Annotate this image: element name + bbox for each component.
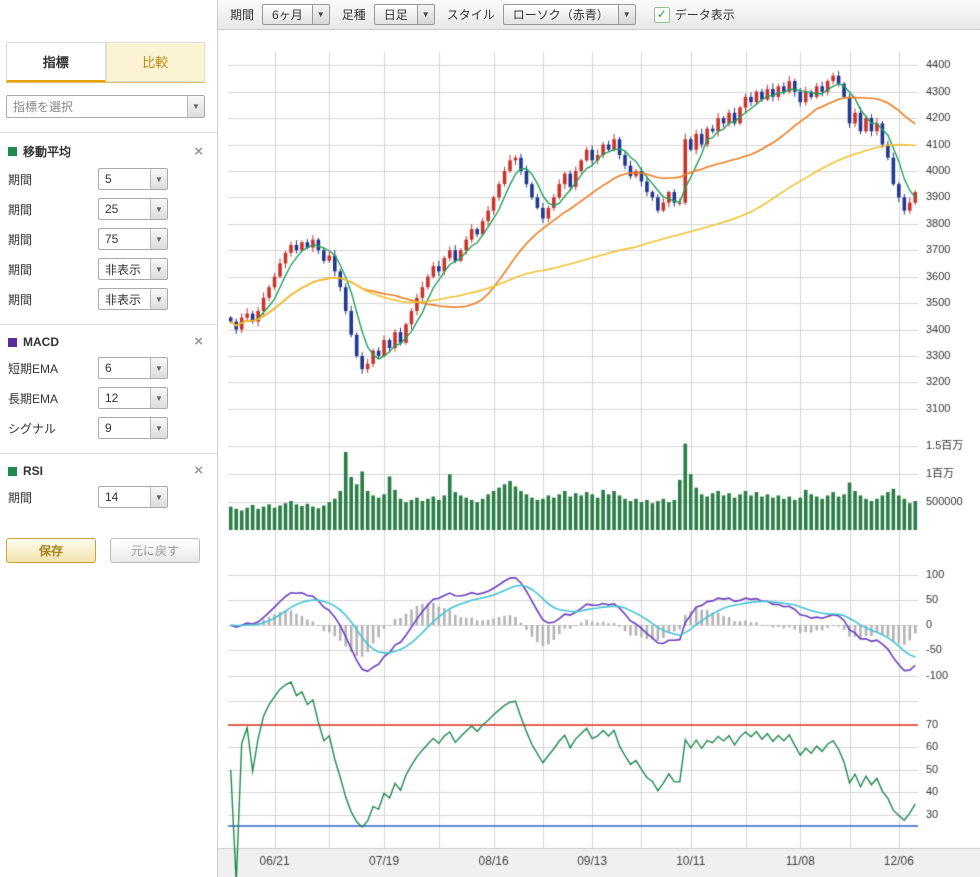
chevron-down-icon: ▼ xyxy=(150,388,167,408)
check-icon: ✓ xyxy=(654,7,670,23)
macd-slow-row: 長期EMA 12 ▼ xyxy=(8,387,207,409)
select-value: 5 xyxy=(105,172,112,186)
chevron-down-icon: ▼ xyxy=(313,4,330,25)
chart-toolbar: 期間 6ヶ月 ▼ 足種 日足 ▼ スタイル ローソク（赤青） ▼ ✓ データ表示 xyxy=(218,0,980,30)
action-buttons: 保存 元に戻す xyxy=(0,522,217,563)
macd-color-swatch xyxy=(8,338,17,347)
rsi-indicator-section: RSI × 期間 14 ▼ xyxy=(0,453,217,522)
chart-area: 期間 6ヶ月 ▼ 足種 日足 ▼ スタイル ローソク（赤青） ▼ ✓ データ表示 xyxy=(218,0,980,877)
select-value: 12 xyxy=(105,391,118,405)
chevron-down-icon: ▼ xyxy=(150,289,167,309)
ma-period-4-select[interactable]: 非表示 ▼ xyxy=(98,258,168,280)
bartype-dropdown[interactable]: 日足 ▼ xyxy=(374,4,435,25)
chevron-down-icon: ▼ xyxy=(187,96,204,117)
macd-slow-ema-select[interactable]: 12 ▼ xyxy=(98,387,168,409)
data-display-checkbox[interactable]: ✓ データ表示 xyxy=(654,6,735,23)
chevron-down-icon: ▼ xyxy=(150,169,167,189)
sidebar-tabs: 指標 比較 xyxy=(6,42,205,83)
ma-period-row-2: 期間 25 ▼ xyxy=(8,198,207,220)
row-label: 期間 xyxy=(8,171,98,188)
macd-indicator-section: MACD × 短期EMA 6 ▼ 長期EMA 12 ▼ シグナル 9 ▼ xyxy=(0,324,217,453)
ma-period-3-select[interactable]: 75 ▼ xyxy=(98,228,168,250)
select-value: 6 xyxy=(105,361,112,375)
ma-period-row-4: 期間 非表示 ▼ xyxy=(8,258,207,280)
row-label: シグナル xyxy=(8,420,98,437)
select-value: 9 xyxy=(105,421,112,435)
style-label: スタイル xyxy=(447,6,495,23)
stock-chart-app: { "icons": { "chevron_down": "▼", "close… xyxy=(0,0,980,877)
save-button[interactable]: 保存 xyxy=(6,538,96,563)
row-label: 短期EMA xyxy=(8,360,98,377)
ma-period-2-select[interactable]: 25 ▼ xyxy=(98,198,168,220)
close-rsi-icon[interactable]: × xyxy=(190,465,207,477)
indicator-select-value: 指標を選択 xyxy=(13,98,73,115)
rsi-period-select[interactable]: 14 ▼ xyxy=(98,486,168,508)
chevron-down-icon: ▼ xyxy=(150,418,167,438)
reset-button[interactable]: 元に戻す xyxy=(110,538,200,563)
chevron-down-icon: ▼ xyxy=(150,358,167,378)
select-value: 非表示 xyxy=(105,261,141,278)
ma-period-1-select[interactable]: 5 ▼ xyxy=(98,168,168,190)
bartype-value: 日足 xyxy=(374,4,418,25)
macd-fast-row: 短期EMA 6 ▼ xyxy=(8,357,207,379)
data-display-label: データ表示 xyxy=(675,6,735,23)
chevron-down-icon: ▼ xyxy=(619,4,636,25)
stock-chart-canvas[interactable] xyxy=(218,30,980,877)
period-label: 期間 xyxy=(230,6,254,23)
chevron-down-icon: ▼ xyxy=(418,4,435,25)
chevron-down-icon: ▼ xyxy=(150,199,167,219)
ma-period-row-5: 期間 非表示 ▼ xyxy=(8,288,207,310)
rsi-color-swatch xyxy=(8,467,17,476)
indicator-select[interactable]: 指標を選択 ▼ xyxy=(6,95,205,118)
macd-fast-ema-select[interactable]: 6 ▼ xyxy=(98,357,168,379)
row-label: 期間 xyxy=(8,231,98,248)
indicator-settings-panel: 指標 比較 指標を選択 ▼ 移動平均 × 期間 5 ▼ 期間 25 ▼ 期間 xyxy=(0,0,218,877)
close-macd-icon[interactable]: × xyxy=(190,336,207,348)
row-label: 期間 xyxy=(8,489,98,506)
chevron-down-icon: ▼ xyxy=(150,259,167,279)
row-label: 期間 xyxy=(8,291,98,308)
select-value: 25 xyxy=(105,202,118,216)
ma-section-title: 移動平均 xyxy=(23,143,71,160)
row-label: 期間 xyxy=(8,201,98,218)
bartype-label: 足種 xyxy=(342,6,366,23)
row-label: 長期EMA xyxy=(8,390,98,407)
ma-color-swatch xyxy=(8,147,17,156)
row-label: 期間 xyxy=(8,261,98,278)
macd-section-title: MACD xyxy=(23,335,59,349)
ma-indicator-section: 移動平均 × 期間 5 ▼ 期間 25 ▼ 期間 75 ▼ 期間 xyxy=(0,132,217,324)
select-value: 14 xyxy=(105,490,118,504)
rsi-section-title: RSI xyxy=(23,464,43,478)
period-dropdown[interactable]: 6ヶ月 ▼ xyxy=(262,4,330,25)
chevron-down-icon: ▼ xyxy=(150,229,167,249)
tab-compare[interactable]: 比較 xyxy=(106,42,206,82)
style-value: ローソク（赤青） xyxy=(503,4,619,25)
close-ma-icon[interactable]: × xyxy=(190,146,207,158)
select-value: 75 xyxy=(105,232,118,246)
style-dropdown[interactable]: ローソク（赤青） ▼ xyxy=(503,4,636,25)
macd-signal-select[interactable]: 9 ▼ xyxy=(98,417,168,439)
macd-signal-row: シグナル 9 ▼ xyxy=(8,417,207,439)
select-value: 非表示 xyxy=(105,291,141,308)
ma-period-5-select[interactable]: 非表示 ▼ xyxy=(98,288,168,310)
chevron-down-icon: ▼ xyxy=(150,487,167,507)
period-value: 6ヶ月 xyxy=(262,4,313,25)
ma-period-row-3: 期間 75 ▼ xyxy=(8,228,207,250)
ma-period-row-1: 期間 5 ▼ xyxy=(8,168,207,190)
tab-indicators[interactable]: 指標 xyxy=(6,42,106,82)
rsi-period-row: 期間 14 ▼ xyxy=(8,486,207,508)
